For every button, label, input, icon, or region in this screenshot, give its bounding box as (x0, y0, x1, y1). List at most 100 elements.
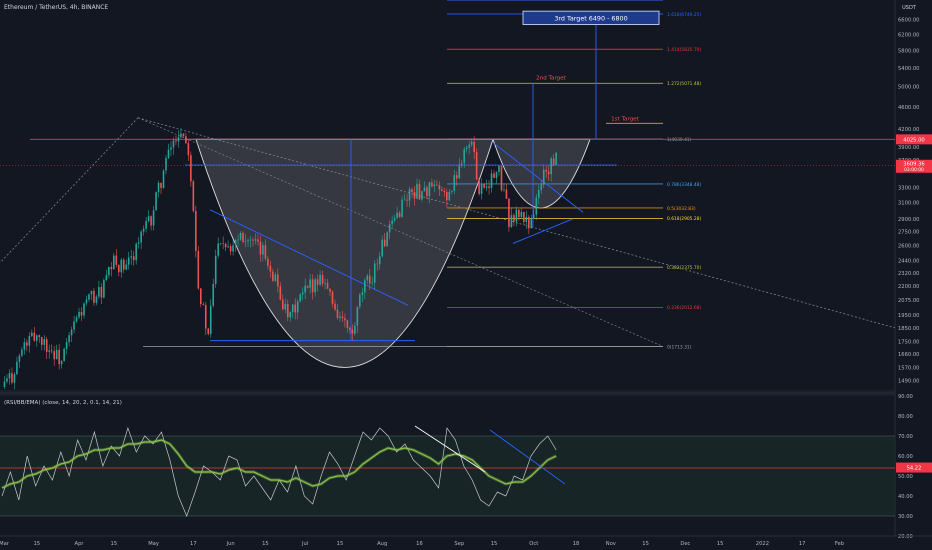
rsi-tick-label: 70.00 (898, 434, 913, 440)
price-candle (488, 186, 490, 188)
price-candle (58, 349, 60, 365)
price-candle (460, 163, 463, 165)
price-tick-label: 2320.00 (898, 271, 919, 277)
price-candle (16, 361, 18, 375)
price-candle (135, 243, 137, 261)
price-candle (468, 144, 470, 148)
price-candle (344, 318, 346, 321)
price-candle (262, 245, 264, 255)
price-candle (495, 172, 498, 178)
price-tick-label: 3900.00 (898, 145, 919, 151)
price-candle (115, 255, 118, 265)
price-tick-label: 2075.00 (898, 298, 919, 304)
second-target-label: 2nd Target (536, 75, 567, 81)
trading-chart[interactable]: 1.618(6749.25) 1.414(5835.70) 1.272(5071.4… (0, 0, 932, 550)
price-candle (386, 232, 388, 247)
price-candle (73, 321, 75, 330)
price-candle (334, 303, 336, 310)
price-candle (147, 216, 150, 222)
price-candle (85, 299, 88, 304)
price-candle (301, 292, 304, 295)
price-candle (443, 190, 446, 192)
price-candle (21, 349, 23, 356)
price-candle (239, 232, 242, 240)
price-candle (408, 189, 411, 201)
price-candle (13, 374, 16, 383)
price-candle (132, 256, 135, 261)
price-candle (465, 147, 468, 150)
price-candle (535, 197, 538, 215)
price-candle (202, 304, 205, 306)
price-candle (100, 287, 103, 298)
price-candle (368, 275, 371, 284)
price-candle (349, 327, 351, 330)
price-candle (478, 179, 480, 194)
time-tick-label: 15 (33, 541, 40, 547)
price-candle (125, 264, 128, 270)
price-candle (53, 351, 55, 360)
price-tick-label: 2440.00 (898, 259, 919, 265)
price-candle (267, 258, 269, 266)
price-candle (453, 175, 456, 191)
price-tick-label: 3100.00 (898, 201, 919, 207)
price-candle (515, 209, 518, 222)
price-candle (11, 373, 13, 383)
price-candle (167, 149, 170, 159)
price-candle (122, 259, 125, 270)
price-candle (50, 350, 53, 352)
price-candle (550, 158, 552, 175)
price-candle (48, 350, 51, 352)
time-tick-label: Oct (529, 541, 538, 547)
time-tick-label: 15 (717, 541, 724, 547)
price-candle (244, 241, 247, 242)
price-tick-label: 5800.00 (898, 49, 919, 55)
price-candle (8, 373, 11, 379)
price-candle (103, 280, 105, 298)
price-candle (448, 191, 451, 201)
price-candle (513, 215, 515, 222)
price-candle (346, 320, 349, 328)
price-candle (356, 306, 359, 326)
price-candle (455, 175, 458, 179)
price-candle (500, 165, 503, 191)
price-candle (162, 170, 165, 188)
price-candle (110, 266, 113, 270)
price-candle (545, 169, 548, 172)
price-candle (232, 245, 234, 252)
price-candle (172, 140, 175, 148)
price-candle (458, 164, 461, 179)
price-candle (436, 184, 438, 186)
price-candle (463, 149, 466, 164)
last-price-label: 3609.36 (903, 161, 924, 167)
price-candle (366, 275, 369, 281)
price-candle (217, 243, 219, 256)
price-candle (31, 332, 33, 337)
price-candle (493, 173, 495, 178)
price-candle (311, 279, 314, 293)
time-tick-label: May (148, 541, 159, 547)
price-candle (329, 288, 331, 292)
rsi-tick-label: 90.00 (898, 394, 913, 400)
price-candle (65, 342, 68, 349)
price-candle (547, 171, 550, 175)
time-tick-label: 2022 (756, 541, 769, 547)
price-candle (296, 301, 299, 313)
candle-countdown-label: 03:00:00 (904, 167, 924, 173)
time-tick-label: Feb (835, 541, 845, 547)
price-candle (490, 173, 493, 188)
price-tick-label: 4200.00 (898, 127, 919, 133)
price-candle (259, 241, 262, 255)
price-candle (254, 239, 257, 241)
price-candle (480, 184, 483, 194)
price-candle (93, 290, 95, 303)
price-candle (43, 339, 46, 345)
price-candle (127, 257, 130, 265)
price-candle (234, 240, 237, 246)
price-candle (105, 275, 108, 281)
price-tick-label: 5000.00 (898, 85, 919, 91)
price-candle (137, 242, 140, 244)
price-candle (354, 325, 356, 334)
price-candle (378, 256, 381, 265)
price-candle (505, 189, 508, 199)
time-tick-label: 17 (190, 541, 197, 547)
